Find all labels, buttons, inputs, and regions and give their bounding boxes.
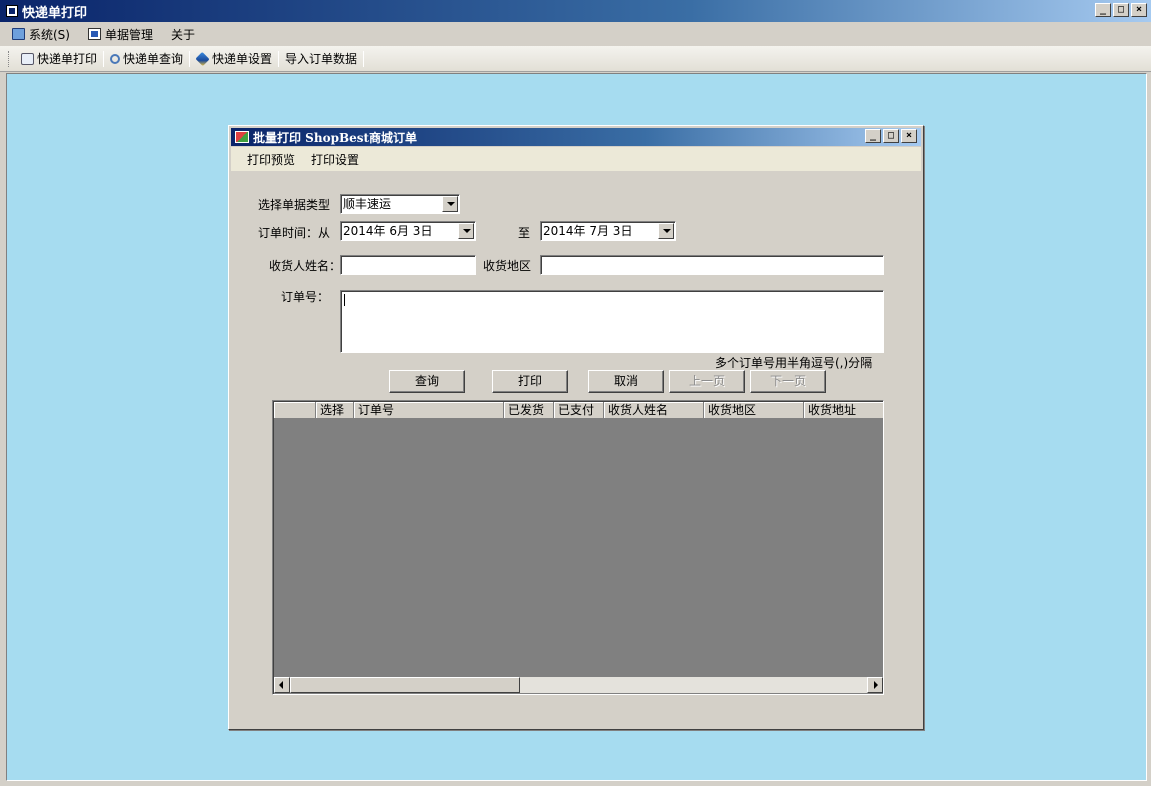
order-no-textarea[interactable]	[340, 290, 884, 353]
maximize-button[interactable]: □	[1113, 3, 1129, 17]
menu-system-label: 系统(S)	[29, 27, 70, 42]
search-icon	[110, 53, 121, 64]
grid-header-row-selector	[274, 402, 316, 419]
child-close-button[interactable]: ×	[901, 129, 917, 143]
chevron-down-icon[interactable]	[658, 223, 674, 239]
cancel-button[interactable]: 取消	[588, 370, 664, 393]
window-controls: _ □ ×	[1095, 3, 1147, 17]
grid-horizontal-scrollbar[interactable]	[274, 677, 883, 693]
region-input[interactable]	[540, 255, 884, 275]
menu-documents[interactable]: 单据管理	[87, 26, 153, 43]
orders-grid[interactable]: 选择 订单号 已发货 已支付 收货人姓名 收货地区 收货地址	[272, 400, 884, 695]
toolbar-settings-label: 快递单设置	[212, 52, 273, 66]
menu-about[interactable]: 关于	[171, 26, 195, 43]
toolbar-print-button[interactable]: 快递单打印	[15, 49, 103, 69]
app-title: 快递单打印	[22, 5, 88, 21]
main-toolbar: 快递单打印 快递单查询 快递单设置 导入订单数据	[0, 46, 1151, 72]
settings-cube-icon	[195, 51, 210, 66]
batch-print-window: 批量打印 ShopBest商城订单 _ □ × 打印预览 打印设置 选择单据类型…	[228, 125, 924, 730]
order-no-hint: 多个订单号用半角逗号(,)分隔	[715, 356, 873, 370]
print-icon	[21, 52, 34, 65]
doc-type-select[interactable]: 顺丰速运	[340, 194, 460, 214]
grid-header-select[interactable]: 选择	[316, 402, 354, 419]
grid-header-order-no[interactable]: 订单号	[354, 402, 504, 419]
scroll-left-icon[interactable]	[274, 677, 290, 693]
recipient-input[interactable]	[340, 255, 476, 275]
text-caret	[344, 294, 345, 306]
query-button[interactable]: 查询	[389, 370, 465, 393]
grid-header: 选择 订单号 已发货 已支付 收货人姓名 收货地区 收货地址	[274, 402, 883, 419]
recipient-label: 收货人姓名：	[269, 259, 342, 273]
date-from-picker[interactable]: 2014年 6月 3日	[340, 221, 476, 241]
menu-print-preview[interactable]: 打印预览	[247, 151, 295, 168]
child-menubar: 打印预览 打印设置	[231, 147, 921, 171]
grid-header-paid[interactable]: 已支付	[554, 402, 604, 419]
toolbar-separator	[363, 50, 365, 67]
toolbar-print-label: 快递单打印	[37, 52, 98, 66]
toolbar-query-label: 快递单查询	[123, 52, 184, 66]
app-icon	[6, 5, 18, 17]
grid-header-recipient[interactable]: 收货人姓名	[604, 402, 704, 419]
monitor-icon	[12, 28, 25, 40]
child-window-icon	[235, 131, 249, 143]
menu-documents-label: 单据管理	[104, 27, 153, 42]
prev-page-button[interactable]: 上一页	[669, 370, 745, 393]
date-to-label: 至	[518, 226, 531, 240]
order-no-label: 订单号：	[281, 290, 330, 304]
child-title: 批量打印 ShopBest商城订单	[253, 130, 418, 145]
chevron-down-icon[interactable]	[442, 196, 458, 212]
grid-header-shipped[interactable]: 已发货	[504, 402, 554, 419]
close-button[interactable]: ×	[1131, 3, 1147, 17]
date-from-value: 2014年 6月 3日	[343, 224, 433, 238]
print-button[interactable]: 打印	[492, 370, 568, 393]
menu-system[interactable]: 系统(S)	[12, 26, 70, 43]
doc-type-label: 选择单据类型	[258, 198, 331, 212]
region-label: 收货地区	[483, 259, 532, 273]
toolbar-grip[interactable]	[8, 50, 11, 67]
minimize-button[interactable]: _	[1095, 3, 1111, 17]
grid-header-region[interactable]: 收货地区	[704, 402, 804, 419]
child-window-controls: _ □ ×	[865, 129, 917, 143]
main-title-bar: 快递单打印 _ □ ×	[0, 0, 1151, 22]
toolbar-settings-button[interactable]: 快递单设置	[190, 49, 278, 69]
child-minimize-button[interactable]: _	[865, 129, 881, 143]
chevron-down-icon[interactable]	[458, 223, 474, 239]
child-title-bar[interactable]: 批量打印 ShopBest商城订单 _ □ ×	[231, 128, 921, 146]
main-menubar: 系统(S) 单据管理 关于	[0, 22, 1151, 46]
doc-type-value: 顺丰速运	[343, 197, 392, 211]
toolbar-import-button[interactable]: 导入订单数据	[279, 49, 363, 69]
date-to-value: 2014年 7月 3日	[543, 224, 633, 238]
scroll-right-icon[interactable]	[867, 677, 883, 693]
menu-about-label: 关于	[171, 27, 196, 42]
child-maximize-button[interactable]: □	[883, 129, 899, 143]
toolbar-query-button[interactable]: 快递单查询	[104, 49, 189, 69]
next-page-button[interactable]: 下一页	[750, 370, 826, 393]
scrollbar-thumb[interactable]	[290, 677, 520, 693]
document-icon	[87, 28, 101, 40]
menu-print-settings[interactable]: 打印设置	[311, 151, 359, 168]
order-time-label: 订单时间：从	[258, 226, 331, 240]
grid-header-address[interactable]: 收货地址	[804, 402, 883, 419]
date-to-picker[interactable]: 2014年 7月 3日	[540, 221, 676, 241]
toolbar-import-label: 导入订单数据	[285, 52, 358, 66]
